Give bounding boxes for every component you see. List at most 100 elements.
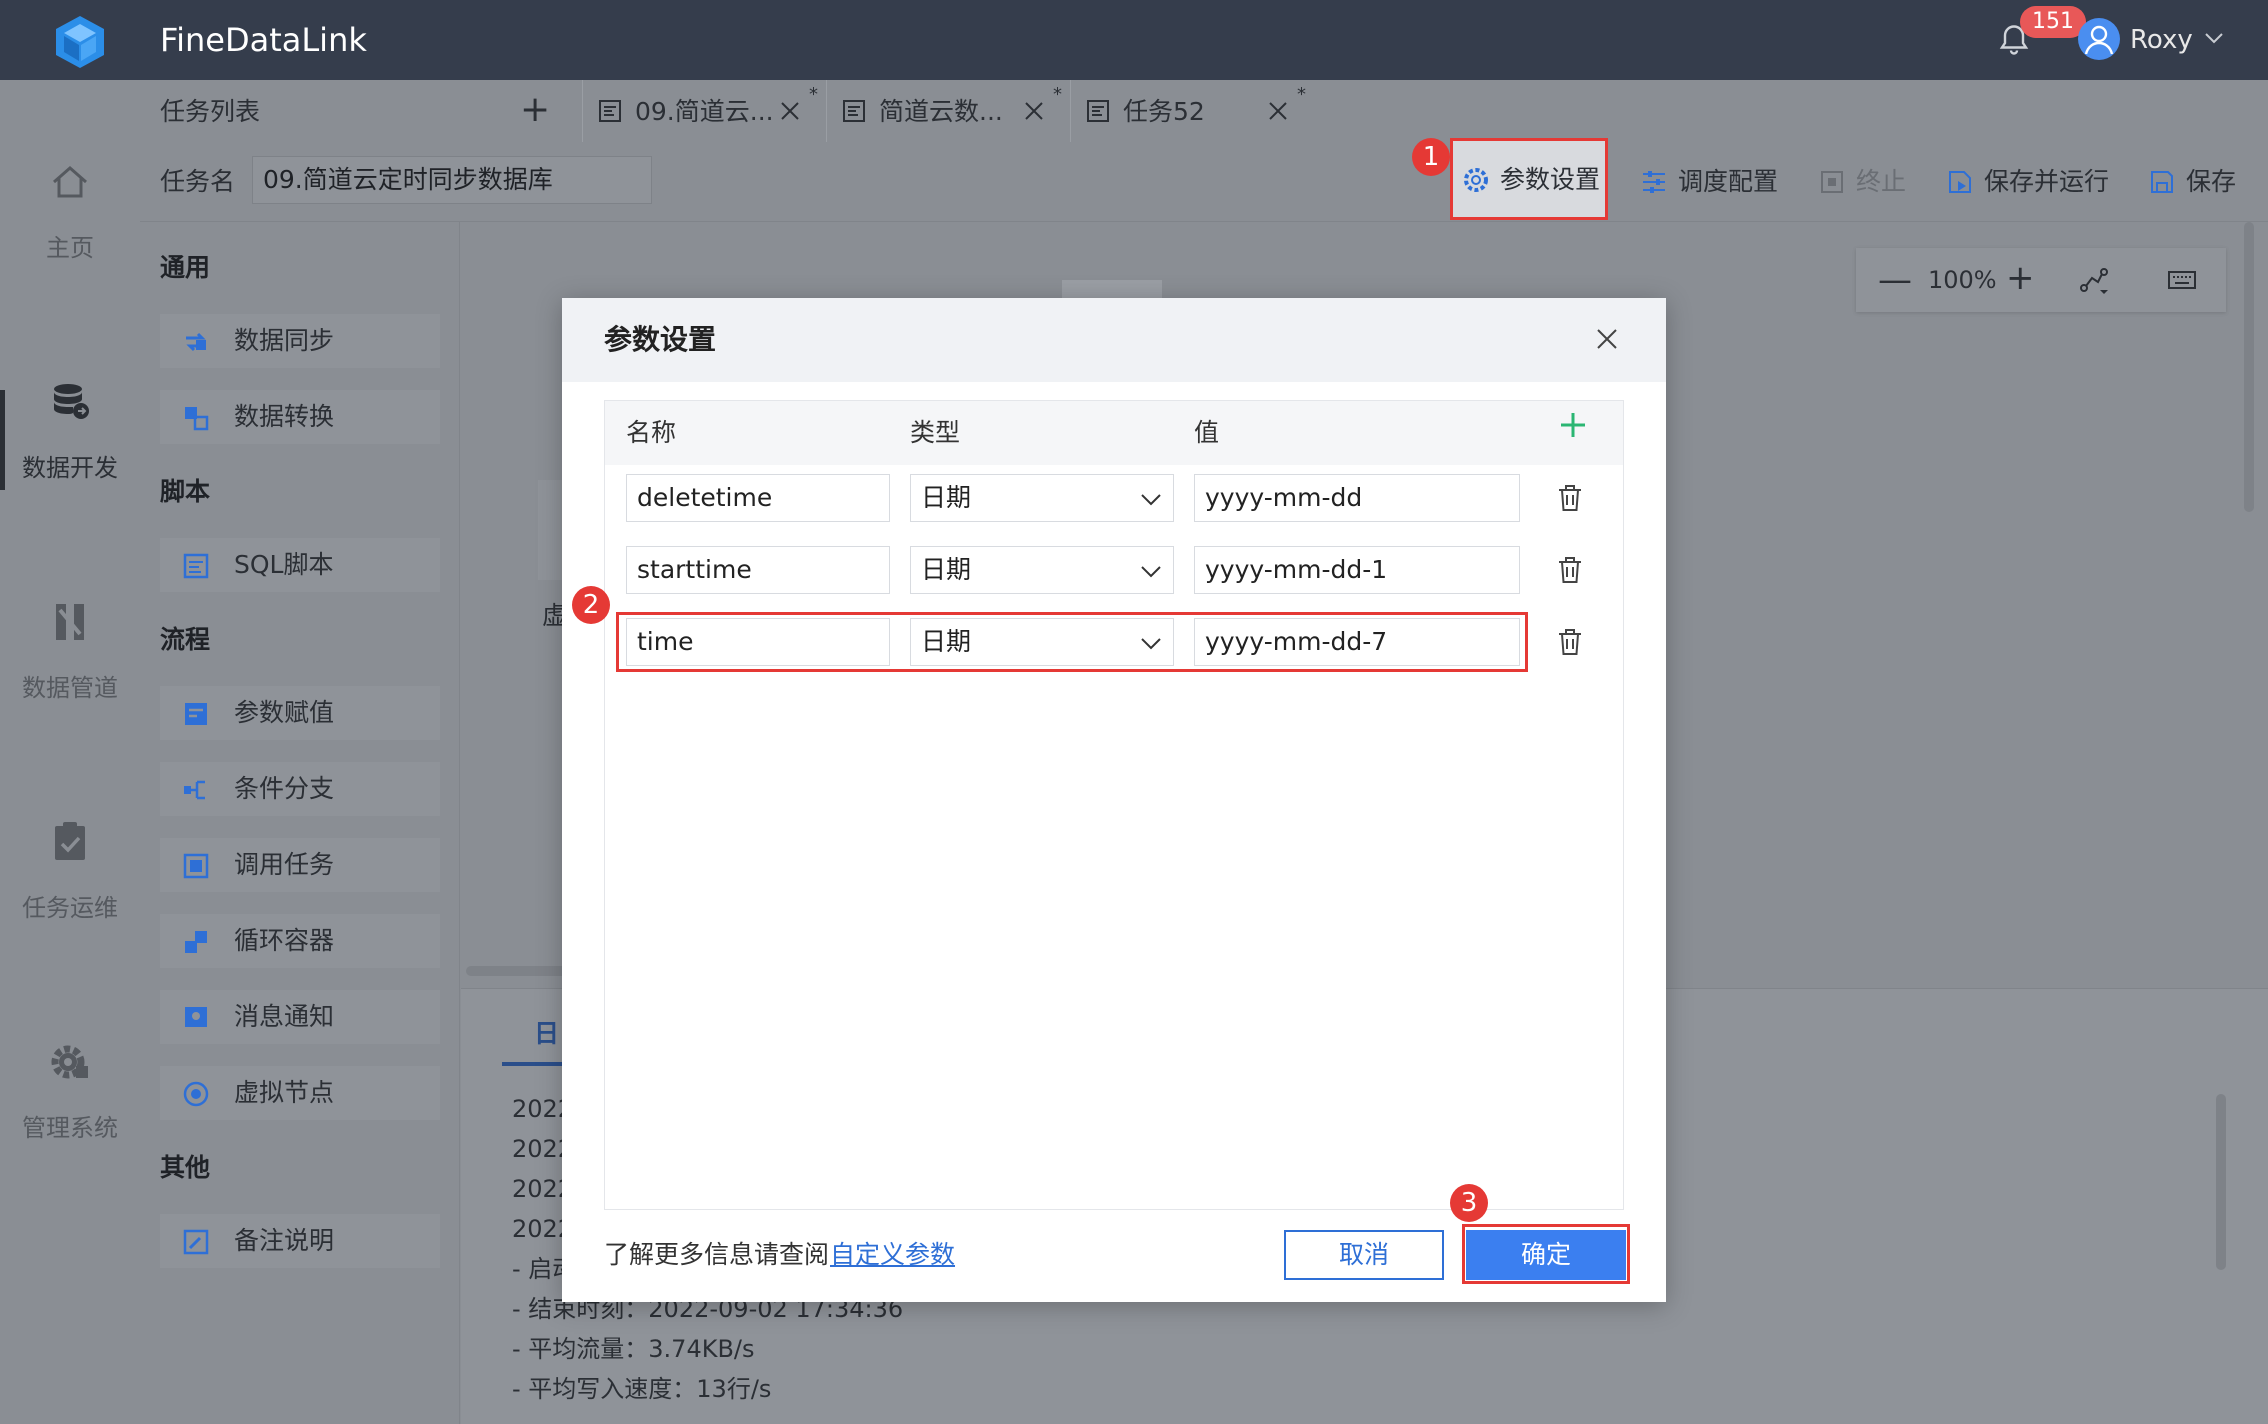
nav-item-pipeline[interactable]: 数据管道 <box>0 590 140 790</box>
log-vertical-scrollbar[interactable] <box>2216 1094 2226 1270</box>
home-icon <box>53 166 87 198</box>
palette-group-other: 其他 <box>160 1153 211 1182</box>
param-table-header <box>605 401 1623 465</box>
task-name-input[interactable]: 09.简道云定时同步数据库 <box>252 156 652 204</box>
trash-icon[interactable] <box>1554 554 1586 586</box>
tab-label: 09.简道云... <box>635 97 774 126</box>
sql-script-icon <box>183 553 209 579</box>
finedatalink-logo-icon[interactable] <box>52 14 108 70</box>
palette-item-call-task[interactable]: 调用任务 <box>160 838 440 892</box>
schedule-config-button[interactable]: 调度配置 <box>1640 162 1790 202</box>
app-brand: FineDataLink <box>160 21 367 59</box>
canvas-node-tag <box>1062 280 1162 298</box>
nav-item-admin[interactable]: 管理系统 <box>0 1030 140 1230</box>
save-button[interactable]: 保存 <box>2148 162 2248 202</box>
param-type-select[interactable]: 日期 <box>910 474 1174 522</box>
keyboard-icon[interactable] <box>2166 264 2198 296</box>
nav-item-data-dev[interactable]: 数据开发 <box>0 370 140 570</box>
nav-item-home[interactable]: 主页 <box>0 150 140 350</box>
tab-modified-marker: * <box>1053 84 1062 105</box>
task-list-label[interactable]: 任务列表 <box>160 92 260 132</box>
add-task-button[interactable]: + <box>520 92 550 128</box>
add-param-icon[interactable] <box>1556 408 1590 442</box>
close-icon[interactable] <box>779 100 801 122</box>
zoom-in-button[interactable]: + <box>2006 260 2035 296</box>
column-header-type: 类型 <box>910 418 961 447</box>
footer-help-text: 了解更多信息请查阅 <box>604 1240 830 1269</box>
schedule-config-label: 调度配置 <box>1678 167 1779 196</box>
nav-label-data-dev: 数据开发 <box>22 454 118 482</box>
palette-item-loop-container[interactable]: 循环容器 <box>160 914 440 968</box>
dialog-header <box>562 298 1666 382</box>
palette-item-label: 消息通知 <box>234 1002 335 1031</box>
sliders-icon <box>1643 171 1665 193</box>
custom-params-link[interactable]: 自定义参数 <box>830 1236 955 1274</box>
task-file-icon <box>1087 100 1109 122</box>
call-task-icon <box>183 853 209 879</box>
auto-layout-icon[interactable] <box>2078 264 2110 296</box>
step1-highlight <box>1450 138 1608 220</box>
trash-icon[interactable] <box>1554 626 1586 658</box>
param-name-input[interactable]: starttime <box>626 546 890 594</box>
step3-highlight <box>1462 1224 1630 1284</box>
palette-item-param-assign[interactable]: 参数赋值 <box>160 686 440 740</box>
zoom-toolbar: — 100% + <box>1856 248 2226 312</box>
tab-task-3[interactable]: 任务52 * <box>1070 80 1312 142</box>
canvas-vertical-scrollbar[interactable] <box>2244 222 2254 512</box>
user-name[interactable]: Roxy <box>2130 22 2193 58</box>
task-name-label: 任务名 <box>160 167 236 196</box>
step1-badge: 1 <box>1412 138 1450 176</box>
tab-task-1[interactable]: 09.简道云... * <box>582 80 824 142</box>
palette-item-virtual-node[interactable]: 虚拟节点 <box>160 1066 440 1120</box>
close-icon[interactable] <box>1267 100 1289 122</box>
trash-icon[interactable] <box>1554 482 1586 514</box>
step3-badge: 3 <box>1450 1184 1488 1222</box>
param-name-input[interactable]: deletetime <box>626 474 890 522</box>
nav-label-task-ops: 任务运维 <box>22 894 118 922</box>
nav-item-task-ops[interactable]: 任务运维 <box>0 810 140 1010</box>
log-tab[interactable]: 日 <box>534 1014 559 1050</box>
column-header-value: 值 <box>1194 418 1220 447</box>
pipeline-icon <box>56 604 84 640</box>
param-type-select[interactable]: 日期 <box>910 546 1174 594</box>
cancel-button[interactable]: 取消 <box>1284 1230 1444 1280</box>
chevron-down-icon[interactable] <box>2202 26 2226 50</box>
dialog-title: 参数设置 <box>604 323 717 356</box>
palette-item-label: 条件分支 <box>234 774 335 803</box>
data-transform-icon <box>185 407 209 431</box>
palette-item-sql-script[interactable]: SQL脚本 <box>160 538 440 592</box>
palette-item-label: 备注说明 <box>234 1226 335 1255</box>
avatar[interactable] <box>2078 18 2120 60</box>
palette-group-flow: 流程 <box>160 625 211 654</box>
note-icon <box>183 1229 209 1255</box>
column-header-name: 名称 <box>626 418 677 447</box>
message-icon <box>185 1007 207 1027</box>
close-icon[interactable] <box>1023 100 1045 122</box>
notification-badge: 151 <box>2020 6 2086 38</box>
log-line: - 平均写入速度：13行/s <box>512 1375 772 1403</box>
save-label: 保存 <box>2186 167 2237 196</box>
gear-icon <box>51 1045 88 1079</box>
palette-item-data-sync[interactable]: 数据同步 <box>160 314 440 368</box>
save-and-run-button[interactable]: 保存并运行 <box>1946 162 2126 202</box>
chevron-down-icon <box>1141 494 1161 506</box>
palette-group-general: 通用 <box>160 253 211 282</box>
palette-item-condition-branch[interactable]: 条件分支 <box>160 762 440 816</box>
param-type-value: 日期 <box>921 483 972 512</box>
tab-label: 任务52 <box>1123 97 1205 126</box>
tab-task-2[interactable]: 简道云数... * <box>826 80 1068 142</box>
tab-label: 简道云数... <box>879 97 1003 126</box>
loop-container-icon <box>185 931 207 953</box>
param-value-input[interactable]: yyyy-mm-dd <box>1194 474 1520 522</box>
palette-group-script: 脚本 <box>160 477 211 506</box>
stop-button[interactable]: 终止 <box>1818 162 1914 202</box>
close-icon[interactable] <box>1594 326 1620 352</box>
clipboard-check-icon <box>55 822 85 860</box>
palette-item-note[interactable]: 备注说明 <box>160 1214 440 1268</box>
zoom-out-button[interactable]: — <box>1878 262 1912 298</box>
param-value-input[interactable]: yyyy-mm-dd-1 <box>1194 546 1520 594</box>
palette-item-data-transform[interactable]: 数据转换 <box>160 390 440 444</box>
palette-item-label: 数据同步 <box>234 326 335 355</box>
database-icon <box>54 384 89 419</box>
palette-item-message-notify[interactable]: 消息通知 <box>160 990 440 1044</box>
